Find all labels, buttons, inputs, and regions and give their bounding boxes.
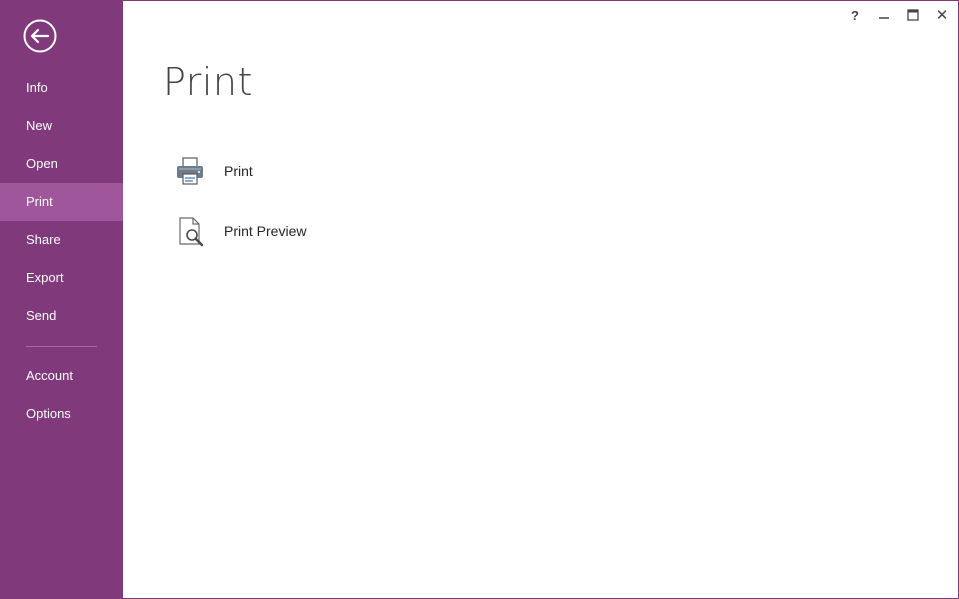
print-command-label: Print [224,163,253,179]
sidebar-item-print[interactable]: Print [0,183,123,221]
sidebar-item-new[interactable]: New [0,107,123,145]
print-preview-icon [174,215,206,247]
sidebar-item-share[interactable]: Share [0,221,123,259]
back-arrow-icon [23,19,57,53]
sidebar-item-open[interactable]: Open [0,145,123,183]
print-preview-command[interactable]: Print Preview [170,209,370,253]
print-preview-command-label: Print Preview [224,223,307,239]
sidebar-item-info[interactable]: Info [0,69,123,107]
page-title: Print [163,60,253,104]
sidebar-divider [26,346,97,347]
backstage-sidebar: Info New Open Print Share Export Send Ac… [0,0,123,599]
sidebar-item-export[interactable]: Export [0,259,123,297]
sidebar-item-account[interactable]: Account [0,357,123,395]
help-button[interactable]: ? [843,4,867,26]
close-button[interactable]: ✕ [930,4,954,26]
maximize-icon [907,9,919,21]
app-window [0,0,959,599]
maximize-button[interactable] [901,4,925,26]
sidebar-item-options[interactable]: Options [0,395,123,433]
minimize-button[interactable] [872,4,896,26]
print-command[interactable]: Print [170,149,370,193]
sidebar-item-send[interactable]: Send [0,297,123,335]
back-button[interactable] [23,19,57,53]
printer-icon [174,155,206,187]
minimize-icon [879,17,889,19]
